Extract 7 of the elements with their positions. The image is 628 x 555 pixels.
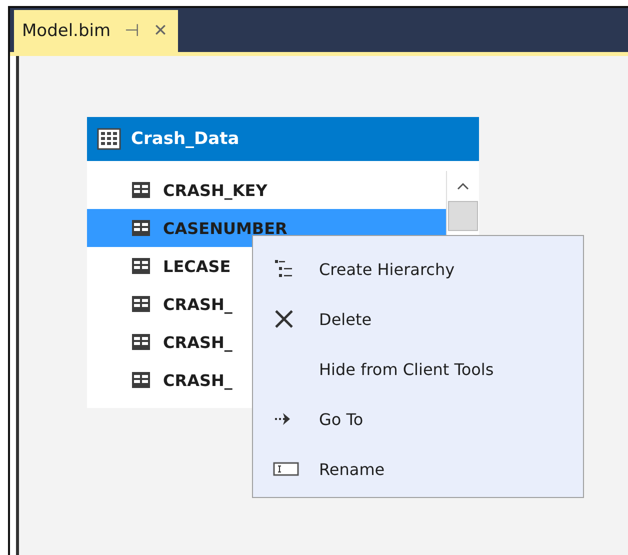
column-name: CRASH_: [163, 332, 232, 352]
column-name: CRASH_: [163, 370, 232, 390]
column-name: LECASE: [163, 256, 231, 276]
column-name: CRASH_: [163, 294, 232, 314]
column-name: CRASH_KEY: [163, 180, 268, 200]
table-title: Crash_Data: [131, 129, 240, 149]
column-name: CASENUMBER: [163, 218, 288, 238]
